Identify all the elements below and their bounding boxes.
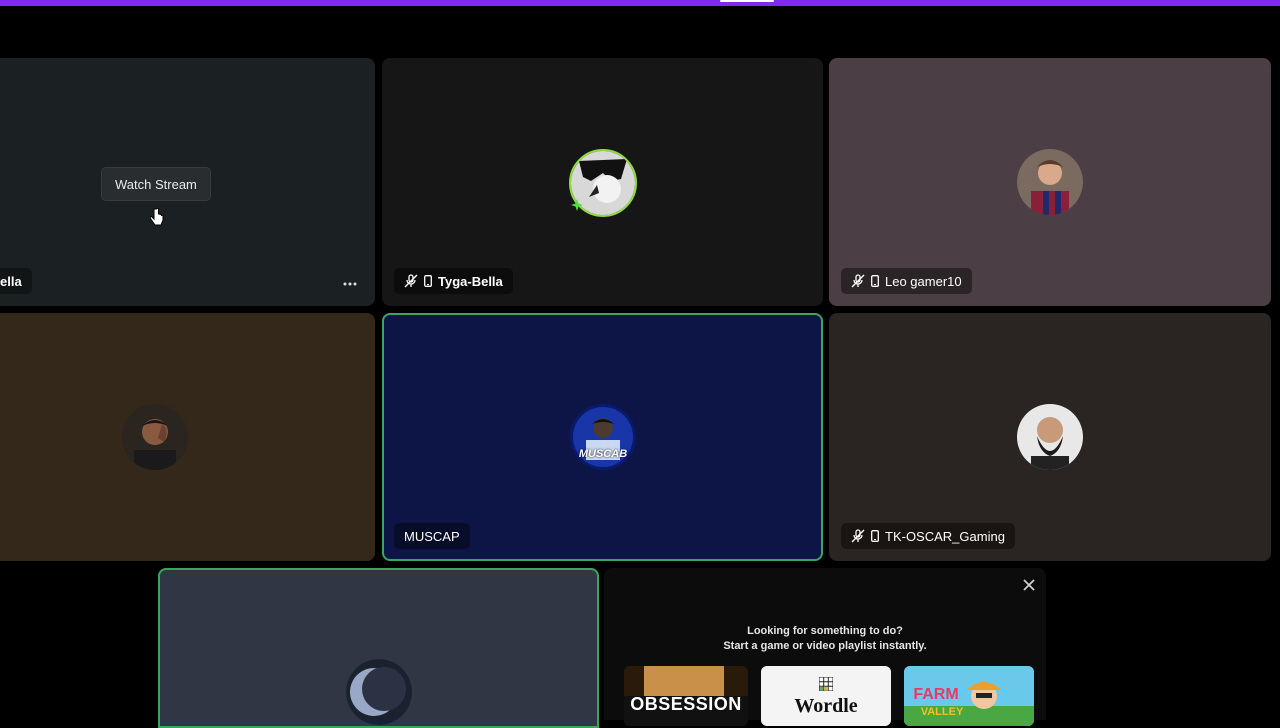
activity-card-obsession[interactable]: OBSESSION: [624, 666, 748, 726]
avatar: MUSCAB: [570, 404, 636, 470]
wordle-grid-icon: [819, 677, 833, 691]
participant-name: MUSCAP: [404, 528, 460, 544]
activity-subtitle: Start a game or video playlist instantly…: [723, 640, 927, 652]
watch-stream-button[interactable]: Watch Stream: [101, 167, 211, 201]
participant-name: Leo gamer10: [885, 273, 962, 289]
activity-card-label-2: VALLEY: [920, 706, 964, 718]
more-options-icon[interactable]: [339, 276, 361, 292]
participant-tile-leo-gamer10[interactable]: Leo gamer10: [829, 58, 1271, 306]
participant-tile-7[interactable]: [158, 568, 599, 728]
mobile-icon: [871, 275, 879, 287]
avatar: [1017, 149, 1083, 215]
avatar: [1017, 404, 1083, 470]
participant-name-tag: Tyga-Bella: [394, 268, 513, 294]
mobile-icon: [871, 530, 879, 542]
participant-tile-tk-oscar-gaming[interactable]: TK-OSCAR_Gaming: [829, 313, 1271, 561]
activity-card-farm-valley[interactable]: FARM VALLEY: [904, 666, 1034, 726]
top-indicator: [720, 0, 774, 2]
mic-muted-icon: [851, 529, 865, 543]
avatar-logo-text: MUSCAB: [578, 448, 628, 460]
participant-name-tag: ella: [0, 268, 32, 294]
avatar: [122, 404, 188, 470]
hand-cursor-icon: [150, 208, 164, 226]
participant-tile-tyga-bella[interactable]: Tyga-Bella: [382, 58, 823, 306]
avatar: [346, 659, 412, 725]
participant-tile-4[interactable]: [0, 313, 375, 561]
close-icon[interactable]: [1020, 576, 1038, 594]
participant-name: ella: [0, 273, 22, 289]
activity-card-label: OBSESSION: [630, 694, 742, 714]
activity-title: Looking for something to do?: [747, 625, 903, 637]
participant-name-tag: MUSCAP: [394, 523, 470, 549]
top-accent-bar: [0, 0, 1280, 6]
activity-card-wordle[interactable]: Wordle: [761, 666, 891, 726]
activity-card-label: FARM: [913, 686, 959, 703]
mobile-icon: [424, 275, 432, 287]
participant-name: TK-OSCAR_Gaming: [885, 528, 1005, 544]
participant-name-tag: TK-OSCAR_Gaming: [841, 523, 1015, 549]
mic-muted-icon: [404, 274, 418, 288]
stream-tile-bella[interactable]: Watch Stream ella: [0, 58, 375, 306]
mic-muted-icon: [851, 274, 865, 288]
sparkle-icon: [571, 199, 583, 211]
participant-name: Tyga-Bella: [438, 273, 503, 289]
activity-suggestion-panel: Looking for something to do? Start a gam…: [604, 568, 1046, 726]
participant-tile-muscap[interactable]: MUSCAB MUSCAP: [382, 313, 823, 561]
participant-name-tag: Leo gamer10: [841, 268, 972, 294]
activity-card-label: Wordle: [794, 695, 858, 717]
watch-stream-label: Watch Stream: [115, 176, 197, 192]
